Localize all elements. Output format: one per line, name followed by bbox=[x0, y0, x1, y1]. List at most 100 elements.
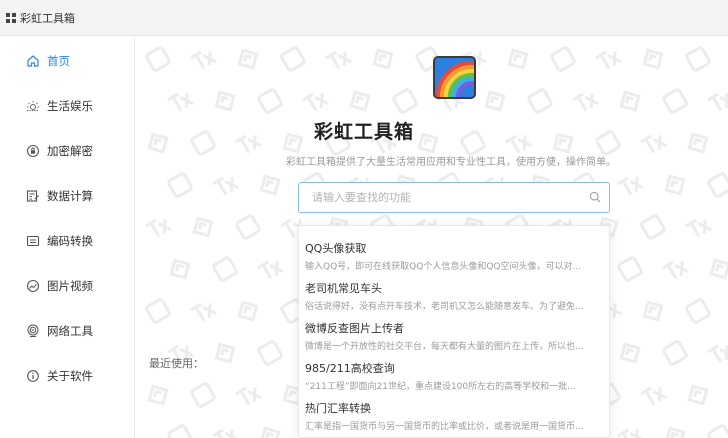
watermark-mark bbox=[662, 88, 688, 114]
sidebar-item-label: 网络工具 bbox=[47, 324, 93, 338]
watermark-mark bbox=[707, 92, 728, 112]
watermark-mark bbox=[259, 426, 281, 438]
app-menu-icon[interactable] bbox=[6, 12, 16, 23]
watermark-mark bbox=[167, 172, 193, 198]
watermark-mark bbox=[619, 342, 641, 364]
list-item[interactable]: 热门汇率转换 汇率是指一国货币与另一国货币的比率或比价，或者说是用一国货币... bbox=[299, 394, 609, 432]
watermark-mark bbox=[235, 214, 261, 240]
sidebar-item-home[interactable]: 首页 bbox=[0, 45, 134, 77]
watermark-mark bbox=[190, 302, 217, 322]
sidebar-item-calc[interactable]: 数据计算 bbox=[0, 180, 134, 212]
sun-icon bbox=[26, 99, 40, 113]
watermark-mark bbox=[237, 48, 259, 70]
watermark-mark bbox=[709, 258, 728, 280]
watermark-mark bbox=[167, 92, 194, 112]
watermark-mark bbox=[145, 218, 172, 238]
watermark-mark bbox=[617, 428, 644, 438]
watermark-mark bbox=[617, 176, 644, 196]
watermark-mark bbox=[145, 298, 171, 324]
watermark-mark bbox=[687, 384, 709, 406]
watermark-mark bbox=[617, 256, 643, 282]
result-description: “211工程”即面向21世纪，重点建设100所左右的高等学校和一批... bbox=[305, 382, 576, 392]
watermark-mark bbox=[145, 46, 171, 72]
watermark-mark bbox=[685, 46, 711, 72]
watermark-mark bbox=[662, 260, 689, 280]
list-item[interactable]: 微博反查图片上传者 微博是一个开放性的社交平台，每天都有大量的图片在上传，所以也… bbox=[299, 314, 609, 352]
result-title: 微博反查图片上传者 bbox=[305, 322, 404, 335]
watermark-mark bbox=[147, 384, 169, 406]
watermark-mark bbox=[190, 50, 217, 70]
app-title: 彩虹工具箱 bbox=[313, 121, 414, 143]
watermark-mark bbox=[707, 344, 728, 364]
code-box-icon bbox=[26, 234, 40, 248]
rainbow-logo-icon bbox=[432, 55, 477, 100]
sidebar-item-label: 编码转换 bbox=[47, 234, 93, 248]
result-title: 老司机常见车头 bbox=[305, 282, 382, 295]
watermark-mark bbox=[527, 88, 553, 114]
watermark-mark bbox=[685, 218, 712, 238]
list-item[interactable]: 985/211高校查询 “211工程”即面向21世纪，重点建设100所左右的高等… bbox=[299, 354, 609, 392]
watermark-mark bbox=[237, 300, 259, 322]
sidebar: 首页 生活娱乐 加密解密 数据计算 编码转换 图片视频 网络工具 关于软件 bbox=[0, 37, 135, 438]
watermark-mark bbox=[572, 92, 599, 112]
watermark-mark bbox=[664, 426, 686, 438]
sidebar-item-about[interactable]: 关于软件 bbox=[0, 360, 134, 392]
watermark-mark bbox=[212, 256, 238, 282]
watermark-mark bbox=[257, 340, 283, 366]
list-item[interactable]: QQ头像获取 输入QQ号，即可在线获取QQ个人信息头像和QQ空间头像，可以对..… bbox=[299, 234, 609, 272]
watermark-mark bbox=[484, 90, 506, 112]
watermark-mark bbox=[302, 92, 329, 112]
search-input[interactable] bbox=[312, 191, 589, 204]
watermark-mark bbox=[642, 48, 664, 70]
sidebar-item-label: 首页 bbox=[47, 54, 70, 68]
watermark-mark bbox=[169, 258, 191, 280]
sidebar-item-label: 图片视频 bbox=[47, 279, 93, 293]
watermark-mark bbox=[235, 386, 262, 406]
calculator-icon bbox=[26, 189, 40, 203]
watermark-mark bbox=[662, 340, 688, 366]
watermark-mark bbox=[259, 174, 281, 196]
watermark-mark bbox=[190, 382, 216, 408]
sidebar-item-label: 数据计算 bbox=[47, 189, 93, 203]
sidebar-item-label: 关于软件 bbox=[47, 369, 93, 383]
search-box[interactable] bbox=[298, 182, 610, 213]
watermark-mark bbox=[280, 46, 306, 72]
sidebar-item-network[interactable]: 网络工具 bbox=[0, 315, 134, 347]
result-description: 汇率是指一国货币与另一国货币的比率或比价，或者说是用一国货币... bbox=[305, 422, 584, 432]
watermark-mark bbox=[167, 424, 193, 438]
sidebar-item-media[interactable]: 图片视频 bbox=[0, 270, 134, 302]
result-description: 微博是一个开放性的社交平台，每天都有大量的图片在上传，所以也... bbox=[305, 342, 584, 352]
recent-used-label: 最近使用： bbox=[149, 357, 204, 370]
watermark-mark bbox=[257, 260, 284, 280]
app-description: 彩虹工具箱提供了大量生活常用应用和专业性工具，使用方便，操作简单。 bbox=[286, 157, 616, 168]
info-icon bbox=[26, 369, 40, 383]
list-item[interactable]: 老司机常见车头 俗话说得好，没有点开车技术，老司机又怎么能随意发车。为了避免..… bbox=[299, 274, 609, 312]
watermark-mark bbox=[214, 342, 236, 364]
watermark-mark bbox=[212, 176, 239, 196]
result-title: 热门汇率转换 bbox=[305, 402, 371, 415]
sidebar-item-encoding[interactable]: 编码转换 bbox=[0, 225, 134, 257]
watermark-mark bbox=[349, 90, 371, 112]
watermark-mark bbox=[640, 214, 666, 240]
watermark-mark bbox=[212, 428, 239, 438]
search-icon[interactable] bbox=[589, 188, 601, 207]
search-results-dropdown: QQ头像获取 输入QQ号，即可在线获取QQ个人信息头像和QQ空间头像，可以对..… bbox=[298, 225, 610, 438]
window-title: 彩虹工具箱 bbox=[20, 11, 75, 25]
watermark-mark bbox=[642, 300, 664, 322]
watermark-mark bbox=[550, 46, 576, 72]
watermark-mark bbox=[640, 386, 667, 406]
watermark-mark bbox=[507, 48, 529, 70]
title-bar: 彩虹工具箱 bbox=[0, 0, 728, 36]
image-icon bbox=[26, 279, 40, 293]
watermark-mark bbox=[619, 90, 641, 112]
watermark-mark bbox=[257, 88, 283, 114]
watermark-mark bbox=[707, 424, 728, 438]
network-icon bbox=[26, 324, 40, 338]
home-icon bbox=[26, 54, 40, 68]
sidebar-item-label: 生活娱乐 bbox=[47, 99, 93, 113]
result-description: 输入QQ号，即可在线获取QQ个人信息头像和QQ空间头像，可以对... bbox=[305, 262, 582, 272]
watermark-mark bbox=[192, 216, 214, 238]
result-title: QQ头像获取 bbox=[305, 242, 367, 255]
watermark-mark bbox=[372, 48, 394, 70]
watermark-mark bbox=[595, 50, 622, 70]
